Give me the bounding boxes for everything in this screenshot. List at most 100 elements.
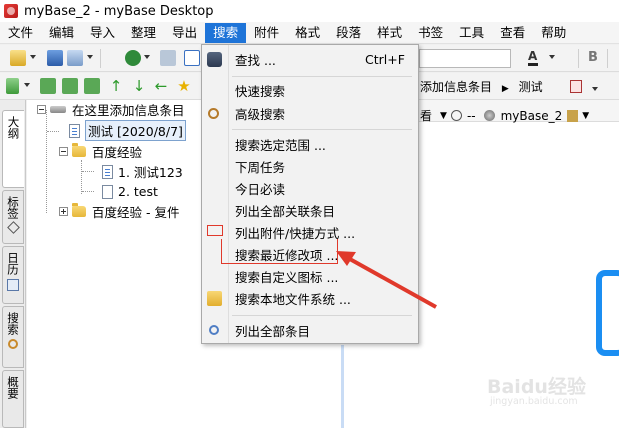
tab-summary[interactable]: 概要	[2, 370, 24, 428]
tree-node-label: 2. test	[118, 184, 158, 199]
outline-dropdown-icon[interactable]	[24, 83, 30, 87]
tab-search[interactable]: 搜索	[2, 306, 24, 368]
menu-item-must-read-today[interactable]: 今日必读	[202, 177, 418, 199]
tree-guide-line	[82, 191, 94, 192]
forward-icon[interactable]	[160, 50, 176, 66]
menu-paragraph[interactable]: 段落	[328, 23, 369, 43]
menu-item-list-related[interactable]: 列出全部关联条目	[202, 199, 418, 221]
watermark: Baidu经验 jingyan.baidu.com	[487, 372, 597, 412]
menu-item-find[interactable]: 查找 ... Ctrl+F	[202, 48, 418, 70]
menu-attachments[interactable]: 附件	[246, 23, 287, 43]
breadcrumb-add-item[interactable]: 添加信息条目	[420, 80, 492, 94]
new-item-icon[interactable]	[84, 78, 100, 94]
menu-format[interactable]: 格式	[287, 23, 328, 43]
menu-import[interactable]: 导入	[82, 23, 123, 43]
menu-bar: 文件 编辑 导入 整理 导出 搜索 附件 格式 段落 样式 书签 工具 查看 帮…	[0, 22, 619, 44]
tree-root[interactable]: 在这里添加信息条目	[37, 100, 185, 119]
menu-item-search-range[interactable]: 搜索选定范围 ...	[202, 133, 418, 155]
open-dropdown-icon[interactable]	[30, 55, 36, 59]
move-up-icon[interactable]: ↑	[108, 78, 124, 94]
collapse-icon[interactable]	[59, 147, 68, 156]
dash-text: --	[466, 108, 476, 123]
document-icon	[102, 164, 113, 179]
outline-tree: 在这里添加信息条目 测试 [2020/8/7] 百度经验 1. 测试123 2.…	[27, 100, 201, 428]
toolbar-divider	[100, 49, 101, 68]
calendar-icon[interactable]	[570, 80, 582, 93]
print-icon[interactable]	[67, 50, 83, 66]
menu-separator	[232, 76, 412, 77]
tag-icon	[6, 221, 20, 234]
outline-view-icon[interactable]	[6, 78, 19, 94]
document-icon	[69, 123, 80, 138]
search-menu: 查找 ... Ctrl+F 快速搜索 高级搜索 搜索选定范围 ... 下周任务 …	[201, 44, 419, 344]
menu-edit[interactable]: 编辑	[41, 23, 82, 43]
font-size-combo[interactable]	[419, 49, 511, 68]
new-child-icon[interactable]	[62, 78, 78, 94]
tree-node-test[interactable]: 测试 [2020/8/7]	[69, 120, 186, 141]
expand-icon[interactable]	[59, 207, 68, 216]
save-icon[interactable]	[47, 50, 63, 66]
menu-tools[interactable]: 工具	[451, 23, 492, 43]
annotation-box-small	[207, 225, 223, 236]
calendar-icon	[7, 279, 19, 291]
collapse-icon[interactable]	[37, 105, 46, 114]
print-dropdown-icon[interactable]	[87, 55, 93, 59]
menu-item-advanced-search[interactable]: 高级搜索	[202, 102, 418, 124]
menu-organize[interactable]: 整理	[123, 23, 164, 43]
calendar-dropdown-icon[interactable]	[592, 87, 598, 91]
font-color-icon[interactable]: A	[528, 50, 544, 66]
menu-file[interactable]: 文件	[0, 23, 41, 43]
bold-icon[interactable]: B	[588, 50, 604, 66]
tab-calendar[interactable]: 日历	[2, 246, 24, 304]
document-icon	[102, 184, 113, 199]
menu-item-search-local-files[interactable]: 搜索本地文件系统 ...	[202, 287, 418, 309]
tab-tags[interactable]: 标签	[2, 190, 24, 244]
breadcrumb-current[interactable]: 测试	[519, 80, 543, 94]
decorative-bracket	[596, 270, 619, 356]
tree-guide-line	[46, 110, 47, 213]
layout-toggle-icon[interactable]	[184, 50, 200, 66]
menu-separator	[232, 129, 412, 130]
new-sibling-icon[interactable]	[40, 78, 56, 94]
tree-node-label: 百度经验	[92, 145, 143, 160]
menu-item-quick-search[interactable]: 快速搜索	[202, 79, 418, 101]
annotation-box-highlight	[221, 239, 338, 264]
tree-node-baidu[interactable]: 百度经验	[59, 142, 142, 161]
view-label[interactable]: 看	[420, 107, 432, 124]
folder-icon	[72, 203, 86, 217]
open-folder-icon[interactable]	[10, 50, 26, 66]
menu-help[interactable]: 帮助	[533, 23, 574, 43]
back-dropdown-icon[interactable]	[144, 55, 150, 59]
magnifier-small-icon	[209, 325, 219, 335]
menu-style[interactable]: 样式	[369, 23, 410, 43]
clock-icon[interactable]	[450, 110, 462, 121]
menu-item-list-all[interactable]: 列出全部条目	[202, 319, 418, 341]
db-dropdown-icon[interactable]: ▼	[582, 111, 589, 121]
tree-node-test2[interactable]: 2. test	[102, 182, 158, 201]
toolbar-divider	[578, 49, 579, 68]
menu-item-next-week-tasks[interactable]: 下周任务	[202, 155, 418, 177]
menu-item-search-custom-icons[interactable]: 搜索自定义图标 ...	[202, 265, 418, 287]
menu-export[interactable]: 导出	[164, 23, 205, 43]
tree-guide-line	[47, 131, 59, 132]
tab-outline[interactable]: 大纲	[2, 110, 24, 188]
tree-node-test123[interactable]: 1. 测试123	[102, 162, 183, 181]
tree-node-label: 1. 测试123	[118, 165, 183, 180]
view-dropdown-icon[interactable]: ▼	[440, 111, 447, 121]
menu-view[interactable]: 查看	[492, 23, 533, 43]
font-color-dropdown-icon[interactable]	[549, 55, 555, 59]
move-down-icon[interactable]: ↓	[131, 78, 147, 94]
menu-bookmarks[interactable]: 书签	[410, 23, 451, 43]
binoculars-icon	[207, 51, 222, 67]
tree-node-baidu-copy[interactable]: 百度经验 - 复件	[59, 202, 179, 221]
calendar-small-icon[interactable]	[567, 109, 579, 122]
tree-node-label: 百度经验 - 复件	[92, 205, 180, 220]
toolbar-divider	[607, 49, 608, 68]
back-icon[interactable]	[125, 50, 141, 66]
menu-search[interactable]: 搜索	[205, 22, 247, 43]
editor-margin-line	[341, 345, 344, 428]
window-title: myBase_2 - myBase Desktop	[24, 3, 214, 19]
database-name[interactable]: myBase_2	[501, 109, 563, 123]
move-left-icon[interactable]: ←	[153, 78, 169, 94]
star-icon[interactable]: ★	[176, 78, 192, 94]
